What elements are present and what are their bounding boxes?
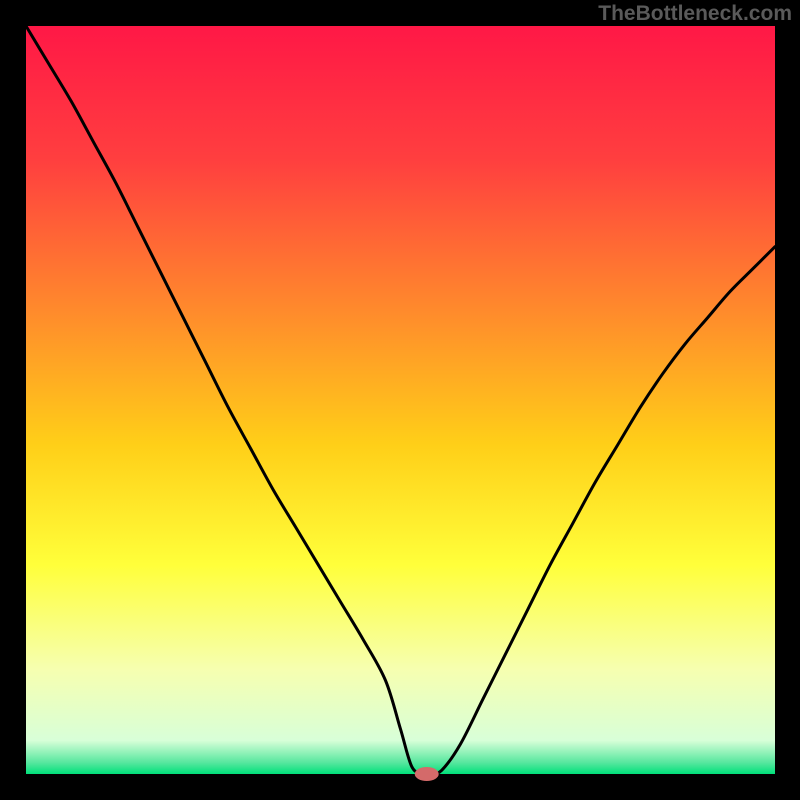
chart-container: { "watermark": "TheBottleneck.com", "cha… xyxy=(0,0,800,800)
bottleneck-chart xyxy=(0,0,800,800)
watermark-text: TheBottleneck.com xyxy=(598,2,792,26)
gradient-background xyxy=(26,26,775,774)
optimal-marker xyxy=(415,767,439,781)
